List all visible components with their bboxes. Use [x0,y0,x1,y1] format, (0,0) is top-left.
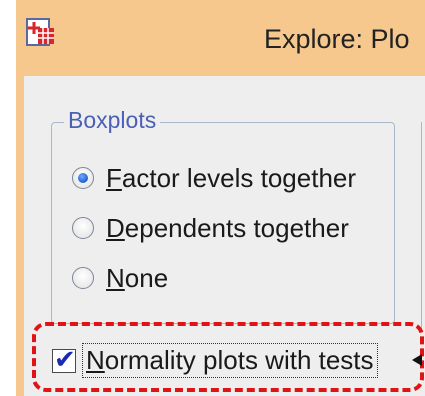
radio-none-label: None [106,262,169,293]
radio-dependents-together[interactable]: Dependents together [72,211,349,245]
normality-plots-checkbox-row[interactable]: ✔ Normality plots with tests [52,343,378,378]
radio-none[interactable]: None [72,261,168,295]
pointer-arrow-icon [412,354,422,366]
adjacent-group-frame [421,122,425,332]
radio-factor-levels-together[interactable]: Factor levels together [72,161,356,195]
radio-button[interactable] [72,217,94,239]
normality-plots-checkbox[interactable]: ✔ [52,344,76,374]
radio-button[interactable] [72,267,94,289]
radio-factor-levels-label: Factor levels together [106,162,357,193]
checkmark-icon: ✔ [54,343,76,374]
spss-app-icon[interactable] [24,16,58,50]
radio-button-selected[interactable] [72,167,94,189]
dialog-title: Explore: Plo [264,24,410,54]
radio-dependents-label: Dependents together [106,212,349,243]
title-bar[interactable]: Explore: Plo [16,0,425,76]
boxplots-group-label: Boxplots [64,107,161,134]
normality-plots-label: Normality plots with tests [82,343,378,378]
